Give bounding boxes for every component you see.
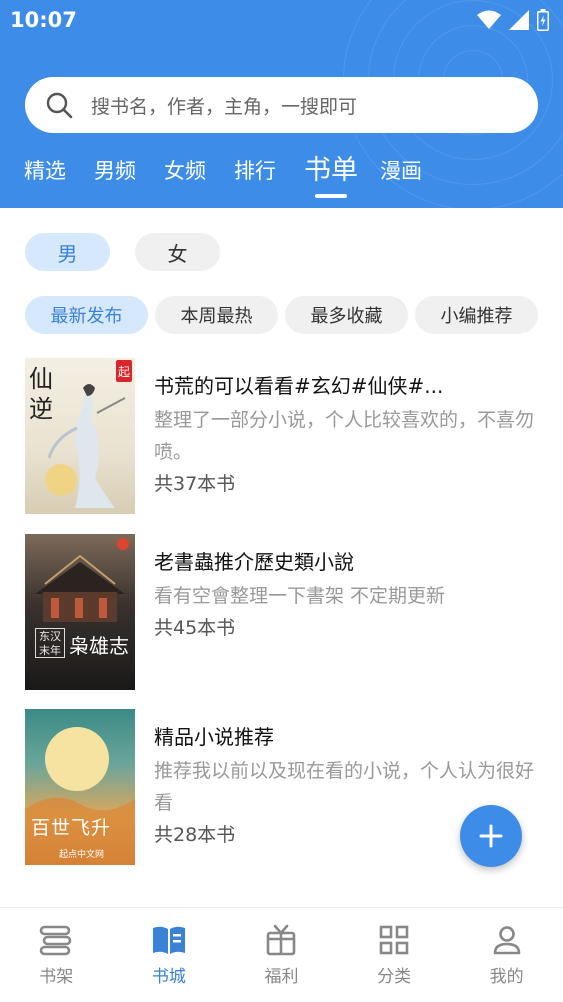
booklist-title: 老書蟲推介歷史類小說 (154, 550, 354, 574)
nav-bookshelf[interactable]: 书架 (0, 908, 113, 1002)
booklist-title: 书荒的可以看看#玄幻#仙侠#... (154, 374, 444, 398)
nav-label: 分类 (377, 967, 412, 987)
bottom-navigation: 书架 书城 福利 分类 我的 (0, 907, 563, 1002)
tab-label: 漫画 (380, 159, 422, 183)
nav-label: 福利 (264, 967, 299, 987)
tab-label: 精选 (24, 159, 66, 183)
battery-icon (537, 9, 549, 31)
gender-female-button[interactable]: 女 (135, 233, 220, 271)
signal-icon (509, 10, 529, 30)
status-bar: 10:07 (0, 0, 563, 40)
search-input[interactable]: 搜书名，作者，主角，一搜即可 (25, 77, 538, 133)
tab-booklist[interactable]: 书单 (304, 150, 358, 198)
filter-latest[interactable]: 最新发布 (25, 296, 148, 334)
booklist-item[interactable]: 仙逆 起 书荒的可以看看#玄幻#仙侠#... 整理了一部分小说，个人比较喜欢的，… (25, 358, 538, 514)
gender-selector: 男 女 (25, 233, 220, 271)
filter-most-favorited[interactable]: 最多收藏 (285, 296, 408, 334)
cover-title: 仙逆 (29, 365, 53, 423)
search-icon (46, 92, 73, 119)
nav-categories[interactable]: 分类 (338, 908, 451, 1002)
search-placeholder: 搜书名，作者，主角，一搜即可 (91, 95, 358, 118)
status-time: 10:07 (10, 8, 77, 32)
tab-comics[interactable]: 漫画 (380, 150, 422, 192)
booklist-title: 精品小说推荐 (154, 725, 274, 749)
tab-label: 女频 (164, 159, 206, 183)
tab-featured[interactable]: 精选 (24, 150, 66, 192)
tab-ranking[interactable]: 排行 (234, 150, 276, 192)
plus-icon (479, 824, 503, 848)
category-tabs: 精选 男频 女频 排行 书单 漫画 (24, 150, 450, 204)
booklist-description: 看有空會整理一下書架 不定期更新 (154, 585, 446, 607)
booklist-count: 共37本书 (154, 473, 236, 495)
nav-profile[interactable]: 我的 (450, 908, 563, 1002)
grid-icon (379, 925, 409, 955)
cover-art-moon (25, 727, 135, 865)
cover-art-palace (35, 538, 129, 622)
open-book-icon (152, 926, 185, 954)
booklist-cover: 仙逆 起 (25, 358, 135, 514)
nav-label: 书城 (151, 967, 186, 987)
gift-icon (267, 924, 296, 956)
tab-label: 男频 (94, 159, 136, 183)
cover-title: 枭雄志 (69, 634, 129, 658)
nav-rewards[interactable]: 福利 (225, 908, 338, 1002)
nav-label: 书架 (39, 967, 74, 987)
wifi-icon (477, 10, 501, 29)
bookshelf-icon (39, 925, 72, 956)
header: 10:07 搜书名，作者，主角，一搜即可 精选 男频 女频 排行 书单 漫画 (0, 0, 563, 208)
tab-male[interactable]: 男频 (94, 150, 136, 192)
cover-badge: 起 (116, 360, 132, 382)
nav-bookstore[interactable]: 书城 (113, 908, 226, 1002)
cover-title: 百世飞升 (31, 817, 112, 839)
booklist-cover: 东汉末年 枭雄志 (25, 534, 135, 690)
create-booklist-button[interactable] (460, 805, 522, 867)
filter-editor-picks[interactable]: 小编推荐 (415, 296, 538, 334)
tab-label: 排行 (234, 159, 276, 183)
booklist-cover: 百世飞升 起点中文网 (25, 709, 135, 865)
gender-male-button[interactable]: 男 (25, 233, 110, 271)
active-tab-indicator (315, 194, 347, 198)
tab-label: 书单 (304, 155, 358, 186)
sort-filters: 最新发布 本周最热 最多收藏 小编推荐 (25, 296, 538, 334)
booklist-item[interactable]: 东汉末年 枭雄志 老書蟲推介歷史類小說 看有空會整理一下書架 不定期更新 共45… (25, 534, 538, 690)
cover-side-title: 东汉末年 (35, 628, 65, 658)
person-icon (493, 926, 520, 955)
cover-publisher: 起点中文网 (59, 850, 105, 860)
tab-female[interactable]: 女频 (164, 150, 206, 192)
booklist-description: 整理了一部分小说，个人比较喜欢的，不喜勿喷。 (154, 409, 535, 463)
booklist-count: 共45本书 (154, 617, 236, 639)
filter-weekly-hot[interactable]: 本周最热 (155, 296, 278, 334)
nav-label: 我的 (489, 967, 524, 987)
